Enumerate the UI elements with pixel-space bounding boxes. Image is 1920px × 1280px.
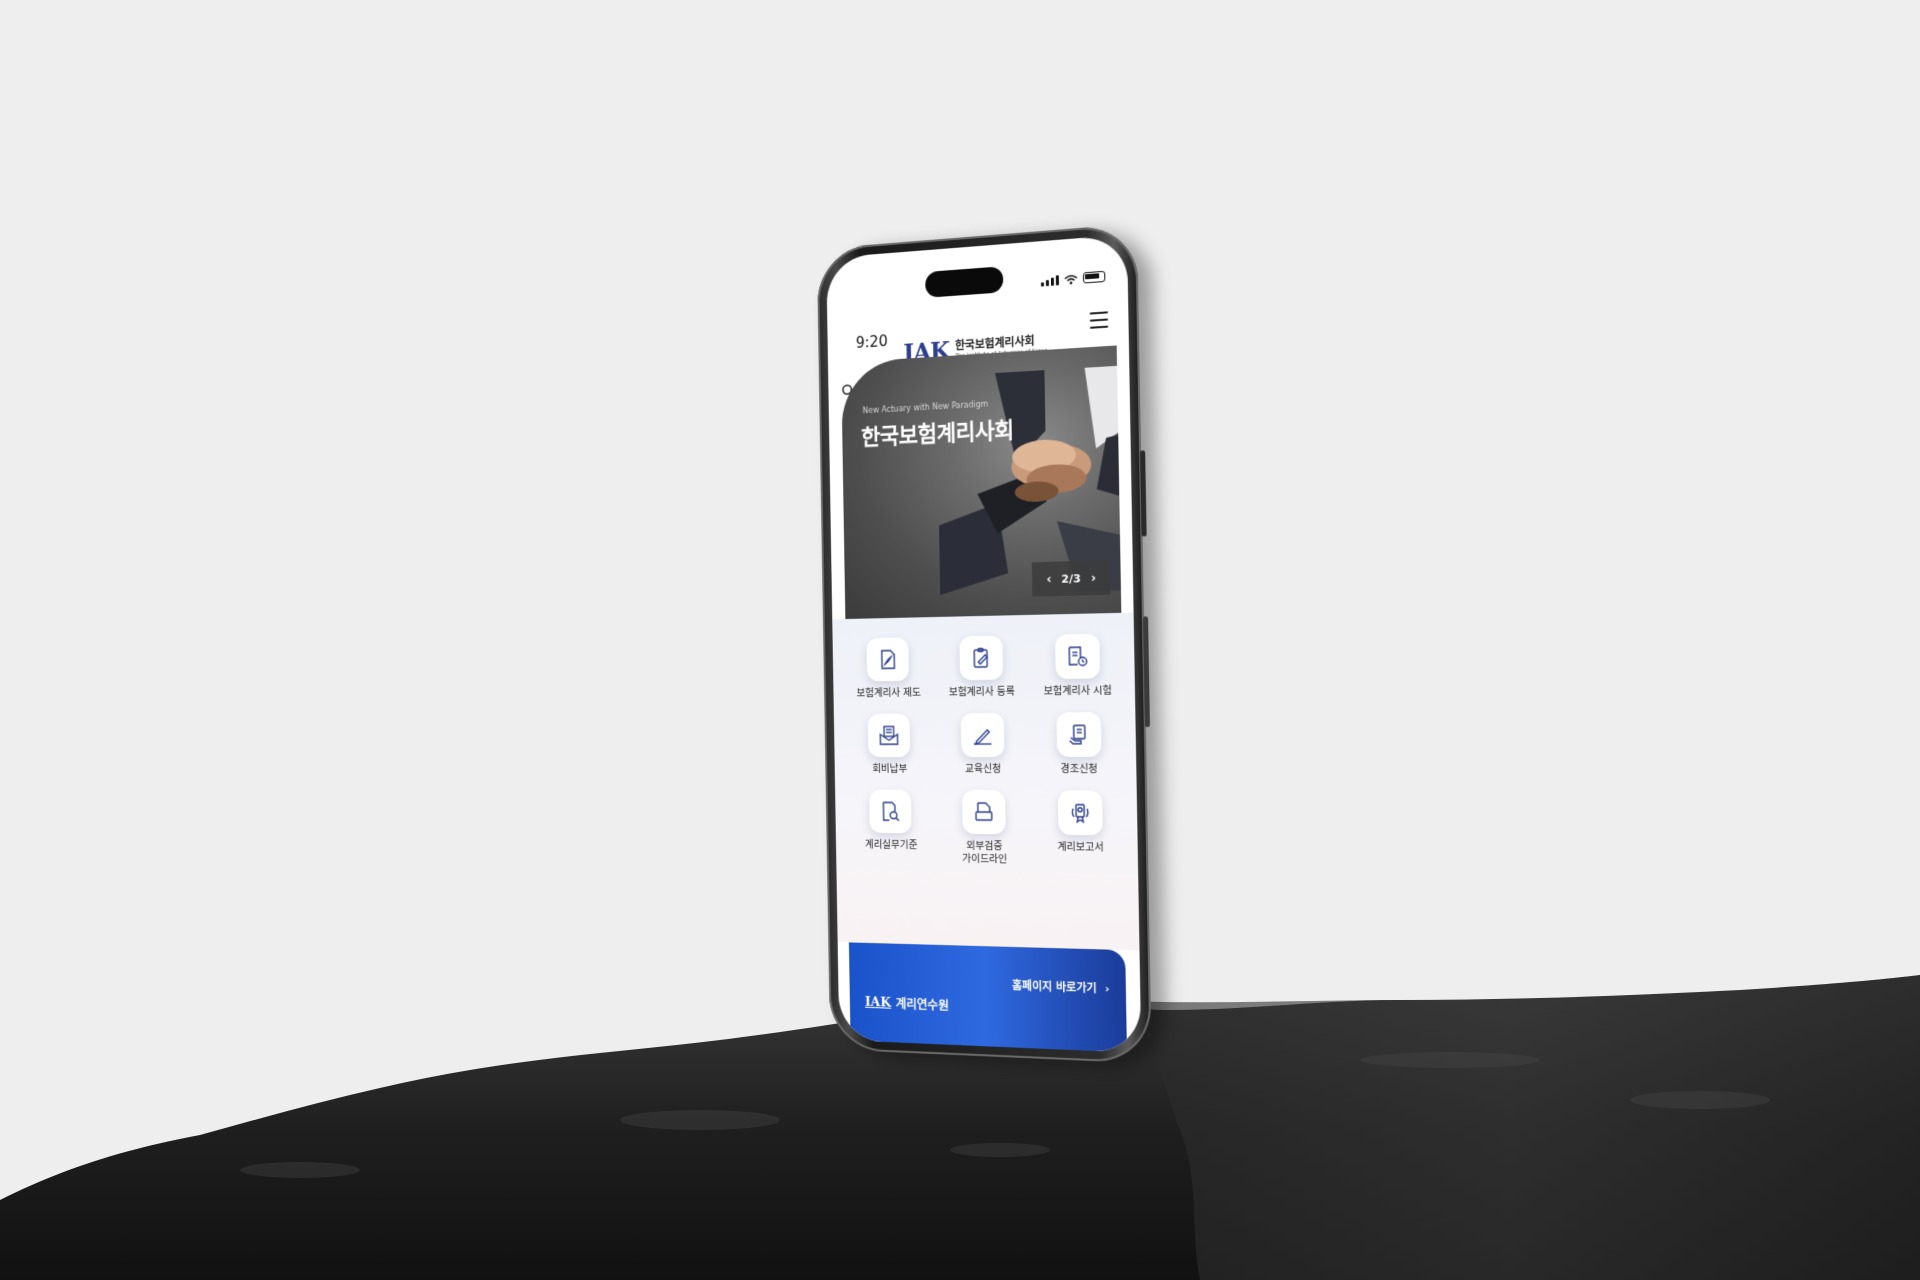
menu-tile-label: 보험계리사 시험: [1043, 685, 1113, 698]
menu-tile-label: 경조신청: [1060, 764, 1098, 776]
dynamic-island: [925, 266, 1004, 298]
wifi-icon: [1064, 274, 1078, 285]
menu-tile-actuary-system[interactable]: 보험계리사 제도: [842, 637, 935, 700]
status-icons: [1040, 270, 1106, 287]
hero-slider[interactable]: New Actuary with New Paradigm 한국보험계리사회 ‹…: [841, 345, 1122, 620]
phone-mockup: 9:20 IAK 한국보험계리사회 New Actuary with New P…: [816, 223, 1152, 1064]
exam-clock-icon: [1054, 633, 1100, 680]
document-hand-icon: [1056, 712, 1102, 757]
banner-logo-mark: IAK: [864, 994, 892, 1011]
slider-pager: ‹ 2/3 ›: [1031, 560, 1111, 597]
menu-tile-label: 계리실무기준: [864, 839, 918, 852]
slider-counter: 2/3: [1061, 571, 1081, 586]
scene: 9:20 IAK 한국보험계리사회 New Actuary with New P…: [0, 0, 1920, 1280]
banner-name: 계리연수원: [895, 997, 949, 1013]
menu-tile-label: 보험계리사 등록: [948, 686, 1016, 699]
menu-tile-external-guideline[interactable]: 외부검증 가이드라인: [936, 789, 1032, 867]
menu-tile-exam[interactable]: 보험계리사 시험: [1028, 633, 1126, 698]
document-check-icon: [961, 789, 1006, 835]
mail-document-icon: [867, 713, 911, 758]
menu-tile-label: 교육신청: [965, 764, 1002, 776]
clipboard-pen-icon: [959, 635, 1004, 681]
battery-icon: [1082, 270, 1106, 284]
quick-menu-area: 보험계리사 제도 보험계리사 등록 보험계리사 시험 회비납부 교육신청 경조신…: [832, 612, 1140, 951]
menu-tile-label: 회비납부: [872, 764, 908, 775]
homepage-link[interactable]: 홈페이지 바로가기 ›: [1012, 977, 1110, 996]
document-feather-icon: [866, 637, 910, 682]
chevron-left-icon[interactable]: ‹: [1046, 572, 1051, 586]
hamburger-menu-icon[interactable]: [1089, 311, 1109, 334]
signal-icon: [1040, 275, 1059, 287]
homepage-link-label: 홈페이지 바로가기: [1011, 979, 1097, 996]
menu-tile-label: 외부검증 가이드라인: [962, 840, 1008, 866]
menu-tile-condolence[interactable]: 경조신청: [1030, 712, 1128, 776]
chevron-right-icon: ›: [1104, 981, 1110, 996]
report-award-icon: [1057, 790, 1103, 836]
chevron-right-icon[interactable]: ›: [1091, 571, 1096, 585]
document-search-icon: [869, 789, 912, 834]
menu-tile-label: 보험계리사 제도: [856, 687, 921, 700]
menu-tile-registration[interactable]: 보험계리사 등록: [934, 635, 1030, 699]
quick-menu-grid: 보험계리사 제도 보험계리사 등록 보험계리사 시험 회비납부 교육신청 경조신…: [842, 633, 1130, 868]
menu-tile-membership-fee[interactable]: 회비납부: [843, 713, 936, 776]
pen-write-icon: [960, 712, 1005, 758]
menu-tile-practice-standard[interactable]: 계리실무기준: [844, 789, 937, 865]
menu-tile-label: 계리보고서: [1057, 841, 1104, 854]
menu-tile-actuarial-report[interactable]: 계리보고서: [1031, 790, 1130, 868]
banner-logo: IAK 계리연수원: [865, 994, 949, 1014]
menu-tile-education[interactable]: 교육신청: [935, 712, 1031, 776]
training-institute-banner[interactable]: IAK 계리연수원 홈페이지 바로가기 ›: [848, 942, 1127, 1053]
phone-screen: 9:20 IAK 한국보험계리사회 New Actuary with New P…: [826, 234, 1142, 1053]
